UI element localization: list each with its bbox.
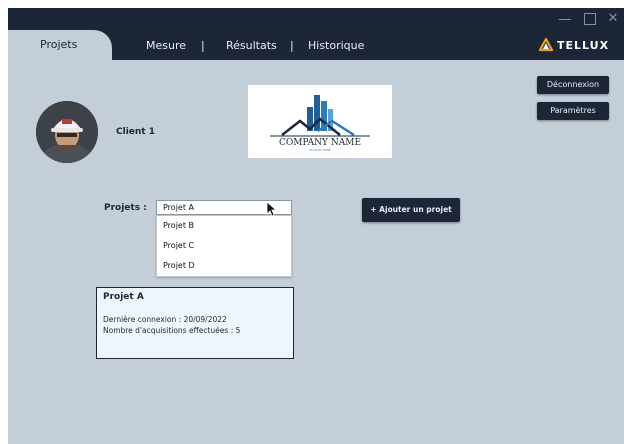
nav-separator: | bbox=[290, 39, 294, 52]
avatar bbox=[36, 101, 98, 163]
company-tagline-text: SLOGAN HERE bbox=[309, 148, 331, 152]
tellux-logo: TELLUX bbox=[538, 35, 609, 55]
project-info-card: Projet A Dernière connexion : 20/09/2022… bbox=[96, 287, 294, 359]
project-card-title: Projet A bbox=[103, 292, 144, 302]
tab-projets[interactable]: Projets bbox=[8, 30, 112, 60]
dropdown-option[interactable]: Projet D bbox=[163, 261, 195, 270]
worker-avatar-image bbox=[36, 101, 98, 163]
tab-resultats[interactable]: Résultats bbox=[226, 39, 277, 52]
company-logo: COMPANY NAME SLOGAN HERE bbox=[248, 85, 392, 158]
tellux-logo-icon bbox=[538, 38, 554, 52]
add-project-button[interactable]: + Ajouter un projet bbox=[362, 198, 460, 222]
company-name-text: COMPANY NAME bbox=[279, 138, 361, 148]
tab-historique[interactable]: Historique bbox=[308, 39, 364, 52]
maximize-icon[interactable] bbox=[578, 8, 600, 30]
main-panel: Déconnexion Paramètres Client 1 COMPANY … bbox=[8, 60, 624, 444]
dropdown-option[interactable]: Projet B bbox=[163, 221, 194, 230]
brand-name: TELLUX bbox=[557, 38, 610, 52]
last-connection-text: Dernière connexion : 20/09/2022 bbox=[103, 315, 227, 324]
minimize-icon[interactable] bbox=[554, 8, 576, 30]
settings-button[interactable]: Paramètres bbox=[537, 102, 609, 120]
tab-mesure[interactable]: Mesure bbox=[146, 39, 186, 52]
dropdown-option[interactable]: Projet C bbox=[163, 241, 194, 250]
tab-projets-label: Projets bbox=[40, 38, 78, 51]
close-icon[interactable]: ✕ bbox=[602, 8, 624, 30]
nav-separator: | bbox=[201, 39, 205, 52]
project-dropdown-list: Projet B Projet C Projet D bbox=[156, 215, 292, 277]
client-name: Client 1 bbox=[116, 127, 155, 137]
acquisitions-count-text: Nombre d'acquisitions effectuées : 5 bbox=[103, 326, 241, 335]
company-building-icon: COMPANY NAME SLOGAN HERE bbox=[270, 95, 370, 152]
mouse-cursor-icon bbox=[266, 201, 278, 217]
nav-bar: Projets Mesure | Résultats | Historique … bbox=[8, 30, 624, 60]
projects-label: Projets : bbox=[104, 203, 147, 213]
app-window: ✕ Projets Mesure | Résultats | Historiqu… bbox=[0, 0, 624, 444]
project-select-value: Projet A bbox=[163, 203, 194, 212]
title-bar: ✕ bbox=[8, 8, 624, 30]
logout-button[interactable]: Déconnexion bbox=[537, 76, 609, 94]
